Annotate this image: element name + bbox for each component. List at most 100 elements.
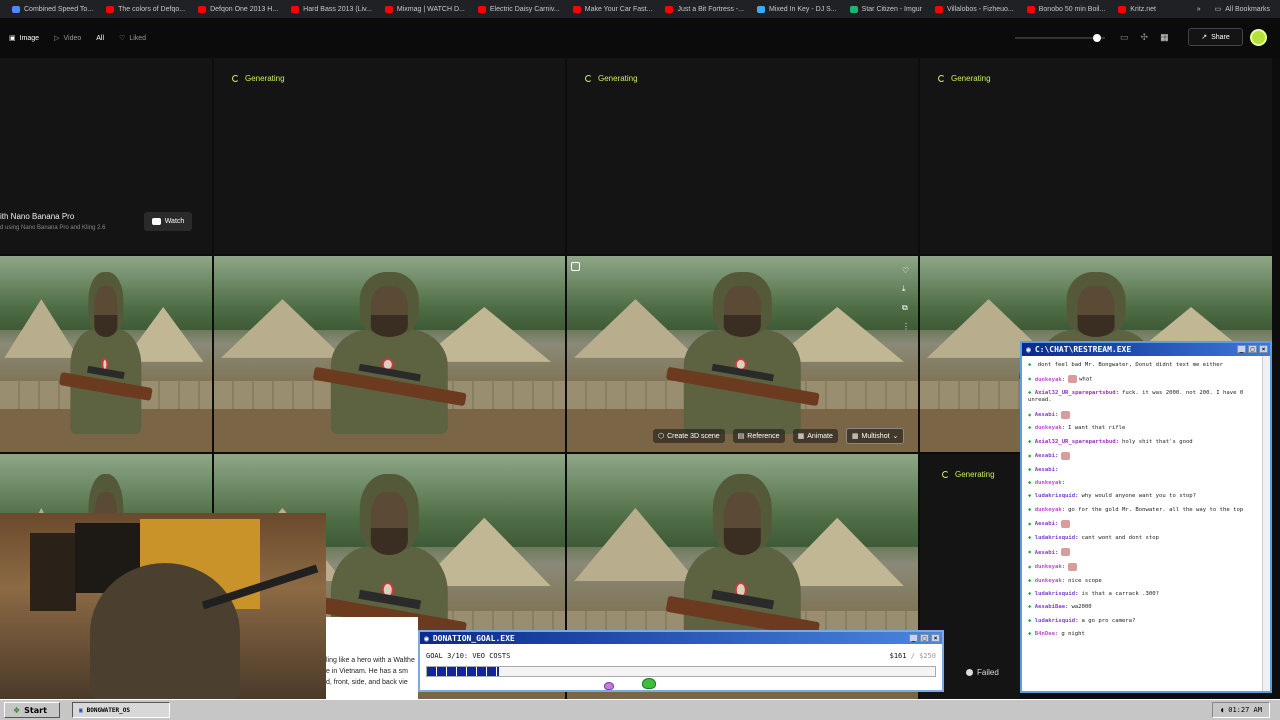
more-bookmarks-button[interactable]: » bbox=[1197, 6, 1201, 13]
bookmark-item[interactable]: Mixed In Key - DJ S... bbox=[756, 5, 837, 13]
all-bookmarks-label: All Bookmarks bbox=[1225, 5, 1270, 13]
donation-target: / $250 bbox=[910, 652, 936, 660]
donation-amount: $161 / $250 bbox=[890, 652, 936, 660]
reference-icon: ▤ bbox=[737, 433, 745, 440]
multishot-button[interactable]: ▦ Multishot ⌄ bbox=[845, 428, 905, 444]
start-label: Start bbox=[24, 705, 47, 715]
chevron-down-icon: ⌄ bbox=[892, 433, 899, 440]
filter-tab-all[interactable]: All bbox=[90, 35, 110, 42]
minimize-button[interactable]: _ bbox=[909, 634, 918, 642]
generated-image[interactable] bbox=[214, 256, 565, 452]
bookmark-item[interactable]: Defqon One 2013 H... bbox=[198, 5, 278, 13]
maximize-button[interactable]: □ bbox=[920, 634, 929, 642]
filter-tabs: ▣ Image ▷ Video All ♡ Liked bbox=[0, 34, 152, 43]
bookmark-item[interactable]: Mixmag | WATCH D... bbox=[384, 5, 465, 13]
share-button[interactable]: ↗ Share bbox=[1188, 28, 1243, 46]
bookmark-item[interactable]: Electric Daisy Carniv... bbox=[477, 5, 560, 13]
share-icon: ↗ bbox=[1201, 34, 1208, 41]
zoom-slider[interactable] bbox=[1015, 37, 1105, 39]
platform-icon: ◆ bbox=[1028, 493, 1035, 500]
chat-text: why would anyone want you to stop? bbox=[1081, 493, 1197, 500]
bookmark-item[interactable]: Just a Bit Fortress -... bbox=[665, 5, 744, 13]
bookmark-item[interactable]: Combined Speed To... bbox=[12, 5, 93, 13]
download-icon[interactable]: ⤓ bbox=[902, 284, 910, 294]
chat-window: ◉ C:\CHAT\RESTREAM.EXE _ □ × ◆ dont feel… bbox=[1020, 341, 1272, 693]
caption-line: ling like a hero with a Walthe bbox=[326, 657, 415, 664]
create-3d-button[interactable]: ⬡ Create 3D scene bbox=[653, 429, 725, 443]
minimize-button[interactable]: _ bbox=[1237, 345, 1246, 353]
animate-button[interactable]: ▦ Animate bbox=[792, 429, 838, 443]
image-icon: ▣ bbox=[9, 35, 16, 42]
chat-window-icon: ◉ bbox=[1026, 345, 1031, 354]
bookmark-item[interactable]: Star Citizen - Imgur bbox=[849, 5, 922, 13]
view-icons: ▭ ✣ ▦ bbox=[1120, 32, 1169, 43]
bookmark-label: Hard Bass 2013 (Liv... bbox=[303, 5, 372, 13]
platform-icon: ◆ bbox=[1028, 549, 1035, 556]
chat-text: a go pro camera? bbox=[1081, 617, 1136, 624]
generating-status: Generating bbox=[232, 74, 285, 83]
chat-text: holy shit that's good bbox=[1121, 438, 1193, 445]
reference-label: Reference bbox=[747, 432, 780, 440]
bookmark-favicon-icon bbox=[665, 5, 674, 13]
bookmark-favicon-icon bbox=[12, 5, 20, 13]
chat-message: ◆ dunkeyak: I want that rifle bbox=[1028, 425, 1264, 432]
bookmark-item[interactable]: Bonobo 50 min Boil... bbox=[1026, 5, 1105, 13]
generating-status: Generating bbox=[585, 74, 638, 83]
multishot-label: Multishot bbox=[861, 432, 890, 440]
select-checkbox[interactable] bbox=[571, 262, 580, 271]
image-hover-overlay: ♡ ⤓ ⧉ ⋮ ⬡ Create 3D scene ▤ Reference ▦ Animate ▦ M… bbox=[567, 256, 918, 452]
bookmark-favicon-icon bbox=[1118, 5, 1127, 13]
filter-tab-video[interactable]: ▷ Video bbox=[48, 34, 87, 43]
filter-tab-image[interactable]: ▣ Image bbox=[3, 34, 45, 43]
bookmark-label: The colors of Defqo... bbox=[118, 5, 186, 13]
bookmark-item[interactable]: Hard Bass 2013 (Liv... bbox=[291, 5, 372, 13]
chat-username: ludakrisquid: bbox=[1034, 590, 1079, 597]
close-button[interactable]: × bbox=[931, 634, 940, 642]
view-list-icon[interactable]: ▭ bbox=[1120, 32, 1129, 43]
caption-line: e in Vietnam. He has a sm bbox=[326, 668, 408, 675]
reference-button[interactable]: ▤ Reference bbox=[732, 429, 785, 443]
chat-message: ◆ ludakrisquid: is that a carrack .300? bbox=[1028, 591, 1264, 598]
chat-message: ◆ Axial32_UR_sparepartsbud: holy shit tha… bbox=[1028, 439, 1264, 446]
watch-button[interactable]: Watch bbox=[144, 212, 192, 231]
taskbar-app-button[interactable]: ▣ BONGWATER_OS bbox=[72, 702, 170, 718]
chat-username: Axial32_UR_sparepartsbud: bbox=[1034, 390, 1119, 397]
zoom-slider-handle[interactable] bbox=[1093, 34, 1101, 42]
image-action-bar: ⬡ Create 3D scene ▤ Reference ▦ Animate ▦ Multi… bbox=[653, 428, 905, 444]
chat-text: go for the gold Mr. Bonwater. all the wa… bbox=[1068, 506, 1244, 513]
view-compact-icon[interactable]: ✣ bbox=[1141, 32, 1149, 43]
filter-tab-label: Video bbox=[63, 34, 82, 42]
generated-image-selected[interactable]: ♡ ⤓ ⧉ ⋮ ⬡ Create 3D scene ▤ Reference ▦ Animate ▦ M… bbox=[567, 256, 918, 452]
heart-icon[interactable]: ♡ bbox=[902, 266, 910, 275]
chat-scrollbar[interactable] bbox=[1262, 356, 1270, 691]
donation-titlebar[interactable]: ◉ DONATION_GOAL.EXE _ □ × bbox=[420, 632, 942, 644]
bookmark-item[interactable]: Villalobos - Fizheuo... bbox=[934, 5, 1014, 13]
start-button[interactable]: ❖ Start bbox=[4, 702, 60, 718]
more-icon[interactable]: ⋮ bbox=[902, 322, 910, 331]
view-grid-icon[interactable]: ▦ bbox=[1160, 32, 1169, 43]
create-3d-label: Create 3D scene bbox=[667, 432, 720, 440]
generating-card[interactable]: Generating bbox=[214, 58, 565, 254]
bookmark-item[interactable]: The colors of Defqo... bbox=[106, 5, 186, 13]
platform-icon: ◆ bbox=[1028, 412, 1035, 419]
bookmark-item[interactable]: Make Your Car Fast... bbox=[572, 5, 652, 13]
close-button[interactable]: × bbox=[1259, 345, 1268, 353]
copy-icon[interactable]: ⧉ bbox=[902, 303, 910, 313]
webcam-feed bbox=[0, 513, 326, 699]
generated-image[interactable] bbox=[0, 256, 212, 452]
generating-card[interactable]: Generating bbox=[920, 58, 1272, 254]
spinner-icon bbox=[585, 75, 592, 82]
animate-label: Animate bbox=[807, 432, 833, 440]
bookmark-item[interactable]: Kritz.net bbox=[1118, 5, 1156, 13]
emote-icon bbox=[1068, 375, 1078, 384]
maximize-button[interactable]: □ bbox=[1248, 345, 1257, 353]
bookmark-favicon-icon bbox=[849, 5, 858, 13]
user-avatar[interactable] bbox=[1250, 29, 1267, 46]
soldier-beard bbox=[723, 527, 762, 555]
generating-card[interactable]: Generating bbox=[567, 58, 918, 254]
filter-tab-liked[interactable]: ♡ Liked bbox=[113, 34, 152, 43]
chat-message: ◆ dont feel bad Mr. Bongwater, Donut did… bbox=[1028, 362, 1264, 369]
donation-progress-bar bbox=[426, 666, 936, 677]
chat-titlebar[interactable]: ◉ C:\CHAT\RESTREAM.EXE _ □ × bbox=[1022, 343, 1270, 356]
all-bookmarks-button[interactable]: ▭ All Bookmarks bbox=[1215, 5, 1270, 14]
